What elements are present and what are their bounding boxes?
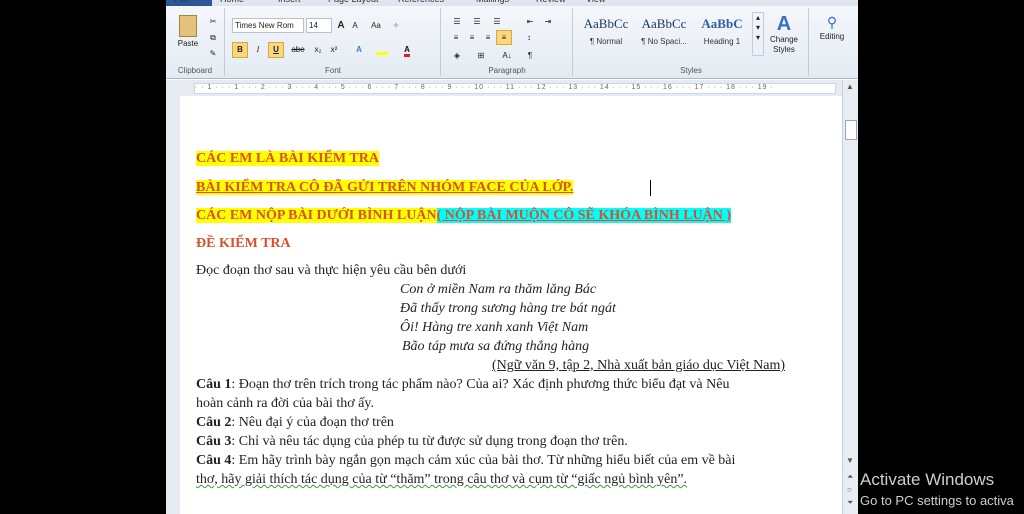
question-4: Câu 4: Em hãy trình bày ngắn gọn mạch cả… <box>196 453 736 468</box>
subscript-button[interactable]: x₂ <box>310 42 326 58</box>
paragraph-group-label: Paragraph <box>488 66 526 75</box>
clipboard-icon <box>179 15 197 37</box>
editing-group: ⚲ Editing <box>810 8 854 76</box>
tab-references[interactable]: References <box>398 0 444 4</box>
clear-format-icon[interactable]: ✧ <box>388 18 404 33</box>
poem-line-2: Đã thấy trong sương hàng tre bát ngát <box>400 301 616 316</box>
numbering-icon[interactable]: ☰ <box>468 14 486 29</box>
tab-page-layout[interactable]: Page Layout <box>328 0 379 4</box>
tab-file[interactable]: File <box>174 0 189 4</box>
watermark-subtitle: Go to PC settings to activa <box>860 493 1014 508</box>
font-group-label: Font <box>324 66 341 75</box>
doc-heading: ĐỀ KIỂM TRA <box>196 236 291 251</box>
question-3: Câu 3: Chỉ và nêu tác dụng của phép tu t… <box>196 434 628 449</box>
styles-scroll-icon[interactable]: ▴ ▾ ▾ <box>752 12 764 56</box>
superscript-button[interactable]: x² <box>326 42 342 58</box>
doc-line-2: BÀI KIỂM TRA CÔ ĐÃ GỬI TRÊN NHÓM FACE CỦ… <box>196 180 574 195</box>
change-styles-button[interactable]: A Change Styles <box>764 12 804 62</box>
scroll-down-icon[interactable]: ▼ <box>846 456 854 465</box>
binoculars-icon: ⚲ <box>826 14 838 30</box>
scroll-up-icon[interactable]: ▲ <box>846 82 854 91</box>
grow-font-button[interactable]: A <box>334 18 348 33</box>
bullets-icon[interactable]: ☰ <box>448 14 466 29</box>
justify-icon[interactable]: ≡ <box>496 30 512 45</box>
ribbon: Paste ✂ ⧉ ✎ Clipboard Times New Rom 14 A… <box>166 6 858 79</box>
browse-object-icon[interactable]: ○ <box>847 485 852 494</box>
styles-group-label: Styles <box>680 66 702 75</box>
editing-button[interactable]: ⚲ Editing <box>812 12 852 58</box>
text-caret <box>650 180 651 196</box>
font-group: Times New Rom 14 A A Aa ✧ B I U abe x₂ x… <box>226 8 441 76</box>
question-1-cont: hoàn cảnh ra đời của bài thơ ấy. <box>196 396 374 411</box>
question-4-cont: thơ, hãy giải thích tác dụng của từ “thă… <box>196 472 688 487</box>
question-1: Câu 1: Đoạn thơ trên trích trong tác phẩ… <box>196 377 730 392</box>
change-case-button[interactable]: Aa <box>366 18 386 33</box>
decrease-indent-icon[interactable]: ⇤ <box>522 14 538 29</box>
text-effects-icon[interactable]: A <box>350 42 368 58</box>
shrink-font-button[interactable]: A <box>348 18 362 33</box>
copy-icon[interactable]: ⧉ <box>206 30 220 44</box>
tab-home[interactable]: Home <box>220 0 244 4</box>
document-page[interactable]: CÁC EM LÀ BÀI KIỂM TRA BÀI KIỂM TRA CÔ Đ… <box>180 96 842 514</box>
poem-line-3: Ôi! Hàng tre xanh xanh Việt Nam <box>400 320 589 335</box>
activate-windows-watermark: Activate Windows Go to PC settings to ac… <box>860 470 1014 508</box>
doc-line-1: CÁC EM LÀ BÀI KIỂM TRA <box>196 151 379 166</box>
watermark-title: Activate Windows <box>860 470 995 489</box>
right-black-bar <box>858 0 1024 514</box>
change-styles-icon: A <box>776 13 792 35</box>
doc-line-3: CÁC EM NỘP BÀI DƯỚI BÌNH LUẬN( NỘP BÀI M… <box>196 208 732 223</box>
prev-page-icon[interactable]: ⏶ <box>847 472 853 482</box>
vertical-scrollbar[interactable]: ▲ ▼ ⏶ ○ ⏷ <box>842 80 858 514</box>
underline-button[interactable]: U <box>268 42 284 58</box>
tab-insert[interactable]: Insert <box>278 0 301 4</box>
horizontal-ruler: · · 1 · · · 1 · · · 2 · · · 3 · · · 4 · … <box>166 80 858 97</box>
style-heading-1[interactable]: AaBbC Heading 1 <box>694 12 750 56</box>
styles-group: AaBbCc ¶ Normal AaBbCc ¶ No Spaci... AaB… <box>574 8 809 76</box>
show-marks-button[interactable]: ¶ <box>522 48 538 63</box>
tab-mailings[interactable]: Mailings <box>476 0 509 4</box>
ruler-scale: · · 1 · · · 1 · · · 2 · · · 3 · · · 4 · … <box>194 83 836 94</box>
question-2: Câu 2: Nêu đại ý của đoạn thơ trên <box>196 415 394 430</box>
increase-indent-icon[interactable]: ⇥ <box>540 14 556 29</box>
multilevel-list-icon[interactable]: ☰ <box>488 14 506 29</box>
word-window: File Home Insert Page Layout References Maili… <box>166 0 858 514</box>
paragraph-group: ☰ ☰ ☰ ⇤ ⇥ ≡ ≡ ≡ ≡ ↕ ◈ ⊞ A↓ ¶ Paragraph <box>442 8 573 76</box>
style-normal[interactable]: AaBbCc ¶ Normal <box>578 12 634 56</box>
poem-source: (Ngữ văn 9, tập 2, Nhà xuất bản giáo dục… <box>492 358 786 373</box>
borders-icon[interactable]: ⊞ <box>472 48 490 63</box>
cut-icon[interactable]: ✂ <box>206 14 220 28</box>
bold-button[interactable]: B <box>232 42 248 58</box>
align-left-icon[interactable]: ≡ <box>448 30 464 45</box>
style-no-spacing[interactable]: AaBbCc ¶ No Spaci... <box>636 12 692 56</box>
italic-button[interactable]: I <box>250 42 266 58</box>
highlight-color-icon[interactable] <box>372 42 392 58</box>
tab-view[interactable]: View <box>586 0 605 4</box>
shading-icon[interactable]: ◈ <box>448 48 466 63</box>
strikethrough-button[interactable]: abe <box>288 42 308 58</box>
clipboard-group-label: Clipboard <box>177 66 213 75</box>
poem-line-4: Bão táp mưa sa đứng thẳng hàng <box>402 339 590 354</box>
paste-button[interactable]: Paste <box>172 12 204 56</box>
clipboard-group: Paste ✂ ⧉ ✎ Clipboard <box>166 8 225 76</box>
line-spacing-icon[interactable]: ↕ <box>520 30 538 45</box>
vertical-ruler <box>166 96 181 514</box>
sort-button[interactable]: A↓ <box>498 48 516 63</box>
align-right-icon[interactable]: ≡ <box>480 30 496 45</box>
font-name-box[interactable]: Times New Rom <box>232 18 304 33</box>
doc-intro: Đọc đoạn thơ sau và thực hiện yêu cầu bê… <box>196 263 467 278</box>
left-black-bar <box>0 0 166 514</box>
font-size-box[interactable]: 14 <box>306 18 332 33</box>
font-color-icon[interactable]: A <box>398 42 416 58</box>
scroll-thumb[interactable] <box>845 120 857 140</box>
next-page-icon[interactable]: ⏷ <box>847 498 853 508</box>
tab-review[interactable]: Review <box>536 0 566 4</box>
poem-line-1: Con ở miền Nam ra thăm lăng Bác <box>400 282 597 297</box>
format-painter-icon[interactable]: ✎ <box>206 46 220 60</box>
align-center-icon[interactable]: ≡ <box>464 30 480 45</box>
